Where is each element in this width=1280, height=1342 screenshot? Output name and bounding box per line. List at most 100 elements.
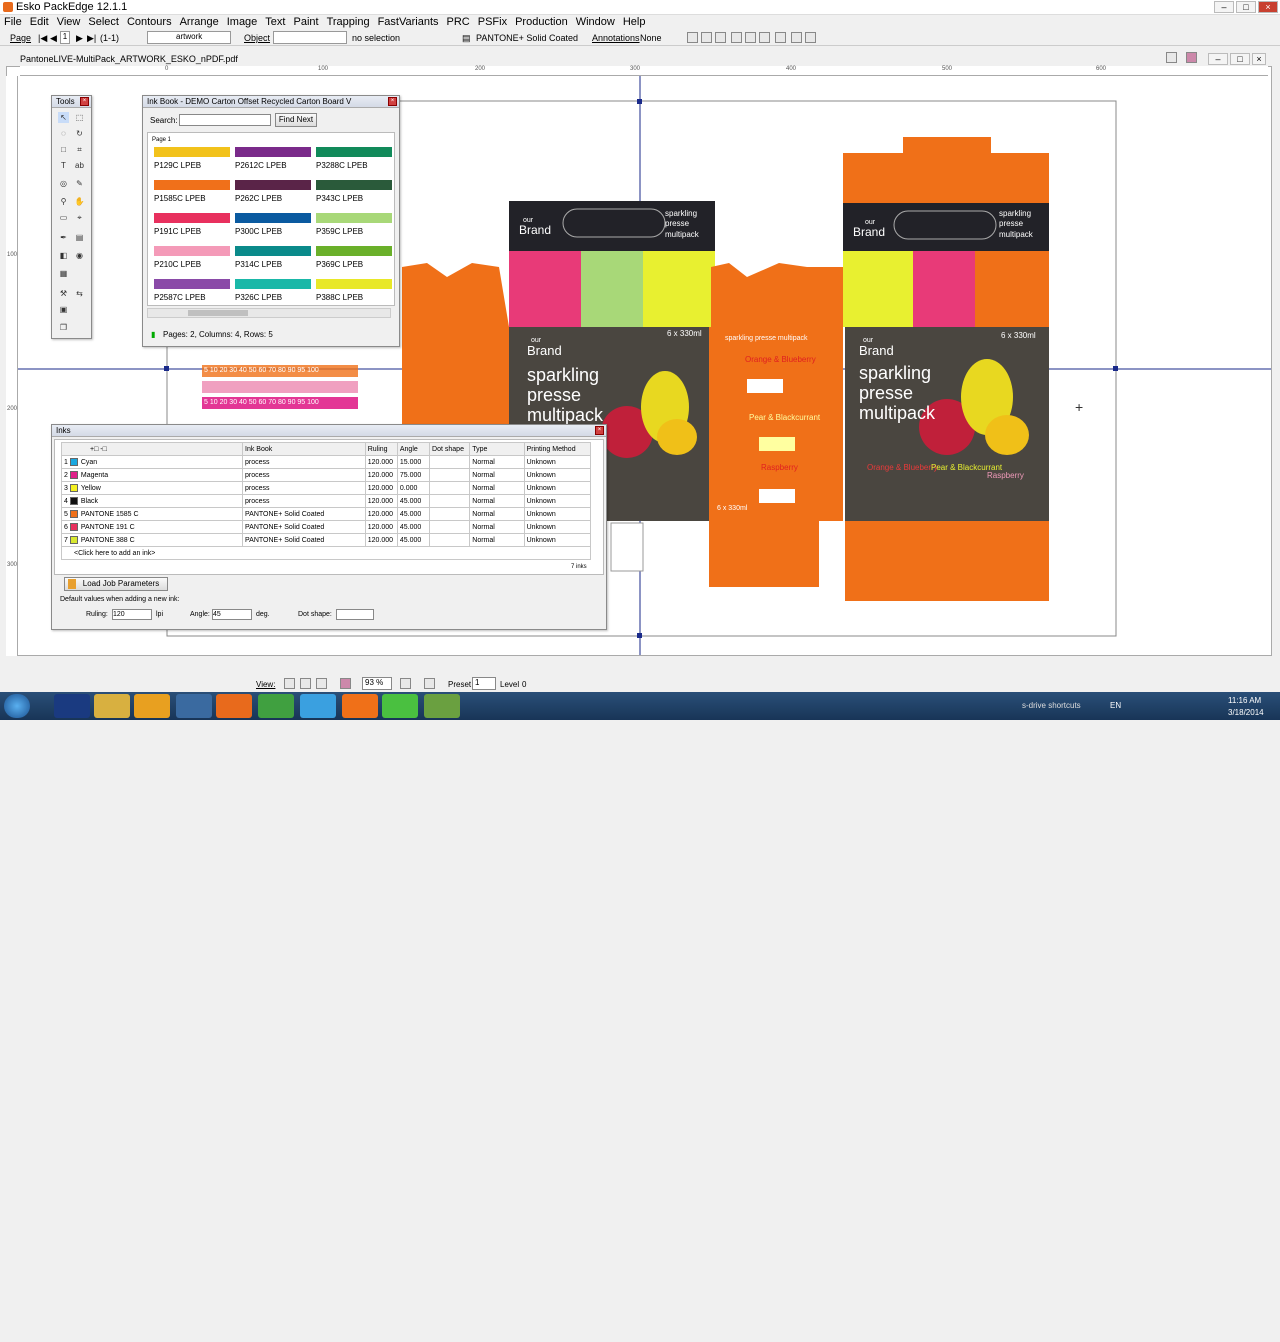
ink-name-cell[interactable]: 5 PANTONE 1585 C bbox=[60, 507, 244, 521]
selection-handle[interactable] bbox=[164, 366, 169, 371]
last-page-icon[interactable]: ▶| bbox=[87, 33, 96, 44]
taskbar-app-icon[interactable] bbox=[134, 694, 170, 718]
dot-shape-cell[interactable] bbox=[429, 507, 471, 521]
type-cell[interactable]: Normal bbox=[469, 468, 525, 482]
add-ink-row[interactable]: <Click here to add an ink> bbox=[61, 546, 591, 560]
menu-arrange[interactable]: Arrange bbox=[176, 15, 223, 30]
open-folder-icon[interactable] bbox=[701, 32, 712, 43]
ink-row[interactable]: 1 Cyan process 120.000 15.000 Normal Unknown bbox=[60, 455, 592, 469]
ink-name-cell[interactable]: 1 Cyan bbox=[60, 455, 244, 469]
menu-contours[interactable]: Contours bbox=[123, 15, 176, 30]
ruling-cell[interactable]: 120.000 bbox=[364, 481, 398, 495]
ink-book-cell[interactable]: process bbox=[242, 455, 366, 469]
ink-name-cell[interactable]: 2 Magenta bbox=[60, 468, 244, 482]
col-dot-shape[interactable]: Dot shape bbox=[429, 442, 471, 456]
brush-icon[interactable]: ✎ bbox=[74, 178, 85, 189]
undo-icon[interactable] bbox=[791, 32, 802, 43]
bucket-icon[interactable]: ◧ bbox=[58, 250, 69, 261]
method-cell[interactable]: Unknown bbox=[523, 507, 592, 521]
menu-psfix[interactable]: PSFix bbox=[474, 15, 511, 30]
menu-edit[interactable]: Edit bbox=[26, 15, 53, 30]
ink-row[interactable]: 3 Yellow process 120.000 0.000 Normal Unknown bbox=[60, 481, 592, 495]
cut-icon[interactable] bbox=[731, 32, 742, 43]
menu-view[interactable]: View bbox=[53, 15, 85, 30]
view-mode-2-icon[interactable] bbox=[300, 678, 311, 689]
taskbar-q-icon[interactable] bbox=[54, 694, 90, 718]
menu-file[interactable]: File bbox=[0, 15, 26, 30]
blend-icon[interactable]: ▦ bbox=[58, 268, 69, 279]
type-cell[interactable]: Normal bbox=[469, 494, 525, 508]
col-printing-method[interactable]: Printing Method bbox=[523, 442, 592, 456]
annotation-icon[interactable]: ▤ bbox=[74, 232, 85, 243]
eyedropper-icon[interactable]: ◉ bbox=[74, 250, 85, 261]
find-next-button[interactable]: Find Next bbox=[275, 113, 317, 127]
swatch-color[interactable] bbox=[154, 147, 230, 157]
col-type[interactable]: Type bbox=[469, 442, 525, 456]
ruler-tool-icon[interactable]: ▭ bbox=[58, 212, 69, 223]
user-icon[interactable] bbox=[1166, 52, 1177, 63]
col-ruling[interactable]: Ruling bbox=[364, 442, 398, 456]
lock-icon[interactable]: ▣ bbox=[58, 304, 69, 315]
ruling-input[interactable] bbox=[112, 609, 152, 620]
ink-book-cell[interactable]: PANTONE+ Solid Coated bbox=[242, 507, 366, 521]
doc-minimize-button[interactable]: – bbox=[1208, 53, 1228, 65]
method-cell[interactable]: Unknown bbox=[523, 520, 592, 534]
swatch-color[interactable] bbox=[154, 213, 230, 223]
menu-window[interactable]: Window bbox=[572, 15, 619, 30]
selection-handle[interactable] bbox=[637, 633, 642, 638]
inks-title-bar[interactable]: Inks × bbox=[52, 425, 606, 437]
ink-row[interactable]: 5 PANTONE 1585 C PANTONE+ Solid Coated 120… bbox=[60, 507, 592, 521]
crop-icon[interactable]: ⌗ bbox=[74, 144, 85, 155]
ruling-cell[interactable]: 120.000 bbox=[364, 455, 398, 469]
taskbar-app2-icon[interactable] bbox=[176, 694, 212, 718]
ink-name-header-icon[interactable]: +□ -□ bbox=[90, 446, 107, 453]
save-icon[interactable] bbox=[715, 32, 726, 43]
fit-page-icon[interactable] bbox=[400, 678, 411, 689]
type-cell[interactable]: Normal bbox=[469, 481, 525, 495]
taskbar-explorer-icon[interactable] bbox=[94, 694, 130, 718]
search-input[interactable] bbox=[179, 114, 271, 126]
angle-cell[interactable]: 75.000 bbox=[396, 468, 431, 482]
menu-text[interactable]: Text bbox=[261, 15, 289, 30]
taskbar-firefox-icon[interactable] bbox=[216, 694, 252, 718]
text-tool-icon[interactable]: T bbox=[58, 160, 69, 171]
layers-icon[interactable]: ❐ bbox=[58, 322, 69, 333]
type-cell[interactable]: Normal bbox=[469, 520, 525, 534]
text-path-icon[interactable]: ab bbox=[74, 160, 85, 171]
swatch-color[interactable] bbox=[235, 180, 311, 190]
swatch-color[interactable] bbox=[154, 279, 230, 289]
angle-cell[interactable]: 45.000 bbox=[396, 507, 431, 521]
horizontal-ruler[interactable]: 0 100 200 300 400 500 600 bbox=[20, 66, 1268, 76]
trap-edit-icon[interactable]: ⇆ bbox=[74, 288, 85, 299]
direct-select-icon[interactable]: ⬚ bbox=[74, 112, 85, 123]
ruling-cell[interactable]: 120.000 bbox=[364, 533, 398, 547]
color-view-icon[interactable] bbox=[1186, 52, 1197, 63]
angle-cell[interactable]: 45.000 bbox=[396, 533, 431, 547]
clock-date[interactable]: 3/18/2014 bbox=[1228, 708, 1264, 717]
menu-image[interactable]: Image bbox=[223, 15, 262, 30]
taskbar-packedge-icon[interactable] bbox=[342, 694, 378, 718]
vertical-ruler[interactable]: 100 200 300 bbox=[6, 76, 18, 656]
lasso-icon[interactable]: ◌ bbox=[58, 128, 69, 139]
menu-fastvariants[interactable]: FastVariants bbox=[374, 15, 443, 30]
angle-cell[interactable]: 15.000 bbox=[396, 455, 431, 469]
separation-view-icon[interactable] bbox=[340, 678, 351, 689]
swatch-color[interactable] bbox=[154, 246, 230, 256]
ink-name-cell[interactable]: 4 Black bbox=[60, 494, 244, 508]
canvas-scrollbar[interactable] bbox=[6, 1332, 1266, 1342]
angle-input[interactable] bbox=[212, 609, 252, 620]
view-mode-1-icon[interactable] bbox=[284, 678, 295, 689]
ink-book-cell[interactable]: process bbox=[242, 494, 366, 508]
duplicate-icon[interactable] bbox=[775, 32, 786, 43]
ruling-cell[interactable]: 120.000 bbox=[364, 520, 398, 534]
col-angle[interactable]: Angle bbox=[396, 442, 431, 456]
menu-select[interactable]: Select bbox=[84, 15, 123, 30]
selection-handle[interactable] bbox=[637, 99, 642, 104]
dot-shape-cell[interactable] bbox=[429, 481, 471, 495]
object-select[interactable] bbox=[273, 31, 347, 44]
rectangle-icon[interactable]: □ bbox=[58, 144, 69, 155]
ink-book-cell[interactable]: PANTONE+ Solid Coated bbox=[242, 533, 366, 547]
next-page-icon[interactable]: ▶ bbox=[76, 33, 83, 44]
ink-book-title-bar[interactable]: Ink Book - DEMO Carton Offset Recycled C… bbox=[143, 96, 399, 108]
select-arrow-icon[interactable]: ↖ bbox=[58, 112, 69, 123]
